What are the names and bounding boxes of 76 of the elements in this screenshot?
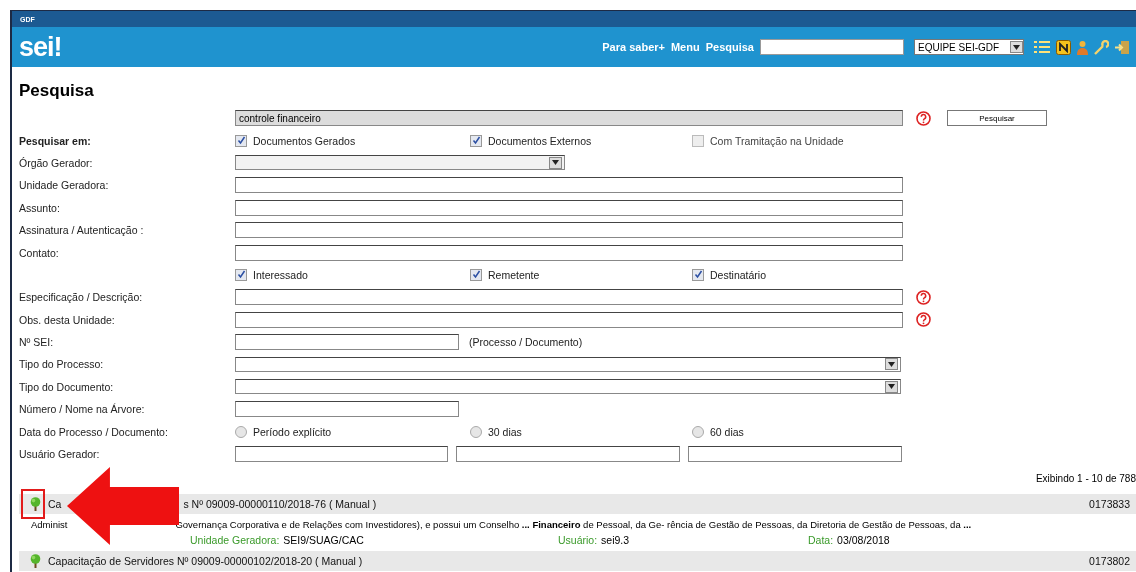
field-hint: (Processo / Documento) [469, 336, 583, 349]
note-icon[interactable] [1056, 39, 1071, 55]
field-label: Data do Processo / Documento: [19, 425, 168, 438]
field-label: Contato: [19, 246, 59, 259]
field-label: Número / Nome na Árvore: [19, 403, 145, 416]
text-field[interactable] [235, 334, 459, 351]
text-field[interactable] [688, 446, 902, 463]
dropdown[interactable] [235, 155, 565, 171]
meta-value: 03/08/2018 [837, 534, 890, 547]
exit-icon[interactable] [1115, 39, 1130, 55]
search-field[interactable]: controle financeiro [235, 110, 903, 127]
tree-icon [29, 554, 42, 569]
checkbox[interactable]: Documentos Gerados [235, 134, 470, 147]
field-label: Assinatura / Autenticação : [19, 224, 144, 237]
tree-icon [29, 497, 42, 512]
field-label: Especificação / Descrição: [19, 291, 143, 304]
field-label: Assunto: [19, 201, 60, 214]
result-header[interactable]: Ca s Nº 09009-00000110/2018-76 ( Manual ) 0173833 [19, 494, 1136, 515]
unit-select[interactable]: EQUIPE SEI-GDF [914, 39, 1024, 55]
result-title[interactable]: Ca [48, 498, 62, 511]
document-number: 0173833 [1089, 498, 1130, 511]
field-label: Nº SEI: [19, 336, 54, 349]
result-title[interactable]: s Nº 09009-00000110/2018-76 ( Manual ) [183, 498, 377, 511]
help-icon[interactable] [916, 110, 931, 126]
text-field[interactable] [235, 401, 459, 418]
highlight-box [21, 489, 45, 520]
check-icon [471, 136, 481, 146]
checkbox[interactable]: Remetente [470, 268, 692, 281]
text-field[interactable] [235, 446, 448, 463]
caret-icon [888, 384, 895, 390]
result-snippet: Administ [31, 519, 68, 531]
meta-label: Unidade Geradora: [190, 534, 280, 547]
check-icon [236, 136, 246, 146]
field-label: Tipo do Processo: [19, 358, 104, 371]
caret-icon [1013, 44, 1020, 50]
search-button[interactable]: Pesquisar [947, 110, 1047, 127]
field-label: Tipo do Documento: [19, 380, 114, 393]
result-snippet: Governança Corporativa e de Relações com Investidores), e possui um Conselho ... Financeiro de Pessoal, da Ge- rência de Gestão de Pessoas, da Diretoria de Gestão de Pessoas, da ... [175, 519, 972, 531]
field-label: Obs. desta Unidade: [19, 313, 115, 326]
help-icon[interactable] [916, 289, 931, 305]
text-field[interactable] [235, 222, 903, 239]
caret-icon [888, 362, 895, 367]
field-label: Órgão Gerador: [19, 156, 93, 169]
caret-icon [552, 160, 559, 166]
result-title[interactable]: Capacitação de Servidores Nº 09009-00000102/2018-20 ( Manual ) [48, 555, 363, 568]
meta-value: SEI9/SUAG/CAC [283, 534, 364, 547]
document-number: 0173802 [1089, 555, 1130, 568]
checkbox[interactable]: Interessado [235, 268, 470, 281]
results-count: Exibindo 1 - 10 de 788 [1035, 473, 1136, 485]
checkbox[interactable]: Documentos Externos [470, 134, 692, 147]
checkbox[interactable]: Destinatário [692, 268, 903, 281]
check-icon [693, 270, 703, 280]
check-icon [236, 270, 246, 280]
text-field[interactable] [456, 446, 680, 463]
page-title: Pesquisa [19, 81, 95, 101]
field-label: Pesquisar em: [19, 134, 91, 147]
check-icon [471, 270, 481, 280]
radio-button[interactable]: Período explícito [235, 425, 470, 438]
result-header[interactable]: Capacitação de Servidores Nº 09009-00000102/2018-20 ( Manual ) 0173802 [19, 551, 1136, 572]
text-field[interactable] [235, 199, 903, 216]
radio-button[interactable]: 30 dias [470, 425, 692, 438]
field-label: Unidade Geradora: [19, 179, 109, 192]
text-field[interactable] [235, 289, 903, 306]
text-field[interactable] [235, 177, 903, 194]
radio-button[interactable]: 60 dias [692, 425, 903, 438]
search-field[interactable] [760, 39, 904, 55]
text-field[interactable] [235, 311, 903, 328]
text-field[interactable] [235, 244, 903, 261]
meta-label: Usuário: [558, 534, 598, 547]
list-icon[interactable] [1034, 40, 1050, 54]
dropdown[interactable] [235, 379, 901, 395]
field-label: Usuário Gerador: [19, 448, 100, 461]
meta-label: Data: [808, 534, 834, 547]
help-icon[interactable] [916, 312, 931, 328]
dropdown[interactable] [235, 357, 901, 372]
meta-value: sei9.3 [601, 534, 630, 547]
